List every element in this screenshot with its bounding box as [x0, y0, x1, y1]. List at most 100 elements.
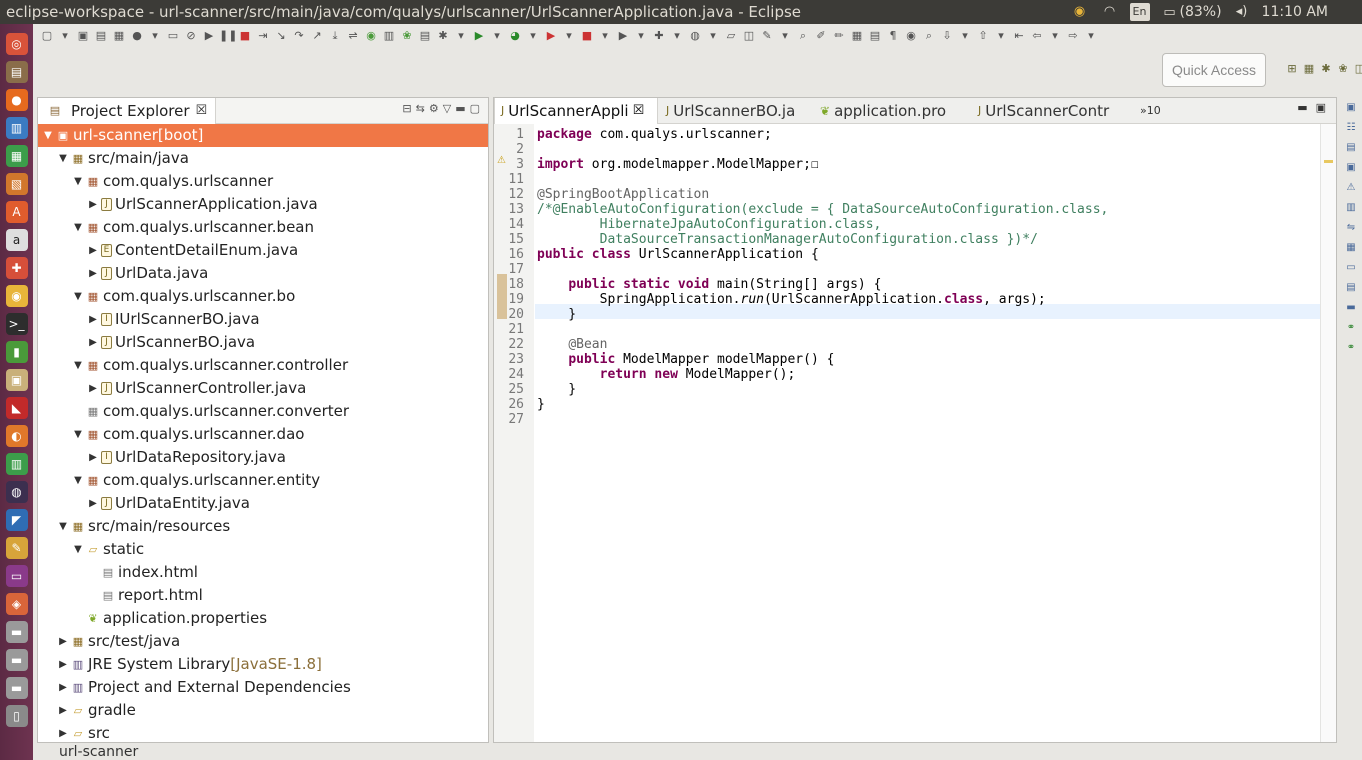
collapsed-arrow-icon[interactable]: ▶ [87, 239, 99, 262]
expanded-arrow-icon[interactable]: ▼ [42, 124, 54, 147]
help-icon[interactable]: ✚ [5, 257, 28, 279]
back-icon[interactable]: ⇦ [1029, 28, 1045, 44]
expanded-arrow-icon[interactable]: ▼ [72, 354, 84, 377]
word-wrap-icon[interactable]: ▤ [867, 28, 883, 44]
tree-item-java-file[interactable]: ▶ J UrlScannerApplication.java [38, 193, 488, 216]
tree-item-package[interactable]: ▼ ▦ com.qualys.urlscanner.entity [38, 469, 488, 492]
more-tabs-button[interactable]: »10 [1134, 98, 1161, 124]
tree-item-source-folder[interactable]: ▶ ▦ src/test/java [38, 630, 488, 653]
spreadsheet-icon[interactable]: ▥ [5, 453, 28, 475]
search-replace-icon[interactable]: ⌕ [921, 28, 937, 44]
dropdown-icon[interactable]: ▾ [453, 28, 469, 44]
boot-dashboard-icon[interactable]: ❀ [399, 28, 415, 44]
tree-item-source-folder[interactable]: ▼ ▦ src/main/java [38, 147, 488, 170]
tree-item-source-folder[interactable]: ▼ ▦ src/main/resources [38, 515, 488, 538]
run-icon[interactable]: ▶ [471, 28, 487, 44]
drive-3-icon[interactable]: ▬ [5, 677, 28, 699]
tree-item-file[interactable]: ▤ index.html [38, 561, 488, 584]
volume-icon[interactable]: ◂) [1232, 2, 1252, 22]
expanded-arrow-icon[interactable]: ▼ [57, 515, 69, 538]
last-edit-icon[interactable]: ⇤ [1011, 28, 1027, 44]
new-server-icon[interactable]: ✚ [651, 28, 667, 44]
impress-icon[interactable]: ▧ [5, 173, 28, 195]
step-into-icon[interactable]: ↘ [273, 28, 289, 44]
maximize-icon[interactable]: ▣ [1316, 101, 1326, 114]
declaration-icon[interactable]: ⇋ [1344, 221, 1358, 235]
drive-icon[interactable]: ▬ [5, 621, 28, 643]
debug-icon[interactable]: ✱ [435, 28, 451, 44]
open-task-icon[interactable]: ◫ [741, 28, 757, 44]
tab-application-properties[interactable]: ❦ application.pro [814, 98, 946, 124]
tree-item-java-file[interactable]: ▶ J UrlData.java [38, 262, 488, 285]
coverage-icon[interactable]: ◕ [507, 28, 523, 44]
chrome-icon[interactable]: ◉ [1070, 2, 1090, 22]
block-selection-icon[interactable]: ▦ [849, 28, 865, 44]
expanded-arrow-icon[interactable]: ▼ [72, 170, 84, 193]
spring-perspective-icon[interactable]: ❀ [1336, 62, 1350, 76]
calc-icon[interactable]: ▦ [5, 145, 28, 167]
eclipse-icon[interactable]: ◍ [5, 481, 28, 503]
tab-url-scanner-bo[interactable]: J UrlScannerBO.ja [660, 98, 795, 124]
suspend-icon[interactable]: ❚❚ [219, 28, 237, 44]
task-list-icon[interactable]: ▤ [1344, 141, 1358, 155]
firefox-icon[interactable]: ● [5, 89, 28, 111]
tree-item-package[interactable]: ▼ ▦ com.qualys.urlscanner.bo [38, 285, 488, 308]
overview-ruler[interactable] [1320, 124, 1336, 742]
collapsed-arrow-icon[interactable]: ▶ [57, 630, 69, 653]
notes-icon[interactable]: ✎ [5, 537, 28, 559]
close-icon[interactable]: ☒ [633, 98, 645, 124]
pencil-icon[interactable]: ✎ [759, 28, 775, 44]
external-tools-icon[interactable]: ▶ [543, 28, 559, 44]
vscode-icon[interactable]: ◤ [5, 509, 28, 531]
step-over-icon[interactable]: ↷ [291, 28, 307, 44]
collapsed-arrow-icon[interactable]: ▶ [57, 653, 69, 676]
tree-item-package[interactable]: ▼ ▦ com.qualys.urlscanner [38, 170, 488, 193]
tab-project-explorer[interactable]: ▤ Project Explorer ☒ [38, 98, 217, 124]
link-editor-icon[interactable]: ⇆ [416, 102, 425, 115]
green-app-icon[interactable]: ▮ [5, 341, 28, 363]
expanded-arrow-icon[interactable]: ▼ [72, 285, 84, 308]
dropdown-icon[interactable]: ▾ [561, 28, 577, 44]
open-folder-icon[interactable]: ▱ [723, 28, 739, 44]
tree-item-project[interactable]: ▼ ▣ url-scanner [boot] [38, 124, 488, 147]
dropdown-icon[interactable]: ▾ [525, 28, 541, 44]
outline-icon[interactable]: ☷ [1344, 121, 1358, 135]
tree-item-file[interactable]: ▤ report.html [38, 584, 488, 607]
code-area[interactable]: package com.qualys.urlscanner; import org… [535, 124, 1335, 742]
warning-mark[interactable] [1324, 160, 1333, 163]
pdf-icon[interactable]: ◣ [5, 397, 28, 419]
new-java-project-icon[interactable]: ▤ [417, 28, 433, 44]
dropdown-icon[interactable]: ▾ [669, 28, 685, 44]
collapsed-arrow-icon[interactable]: ▶ [87, 492, 99, 515]
keyboard-language[interactable]: En [1129, 3, 1150, 21]
wifi-icon[interactable]: ◠ [1100, 2, 1120, 22]
restore-icon[interactable]: ▣ [1344, 161, 1358, 175]
tab-url-scanner-application[interactable]: J UrlScannerAppli ☒ [494, 98, 658, 124]
battery-indicator[interactable]: ▭ (83%) [1160, 0, 1221, 24]
new-icon[interactable]: ▢ [39, 28, 55, 44]
tree-item-package[interactable]: ▦ com.qualys.urlscanner.converter [38, 400, 488, 423]
stop-icon[interactable]: ■ [579, 28, 595, 44]
minimize-icon[interactable]: ▬ [1297, 101, 1307, 114]
mark-occurrences-icon[interactable]: ✏ [831, 28, 847, 44]
chrome-launcher-icon[interactable]: ◉ [5, 285, 28, 307]
collapsed-arrow-icon[interactable]: ▶ [87, 331, 99, 354]
git-staging-icon[interactable]: ⚭ [1344, 321, 1358, 335]
expanded-arrow-icon[interactable]: ▼ [72, 469, 84, 492]
tree-item-java-file[interactable]: ▶ J UrlScannerController.java [38, 377, 488, 400]
software-center-icon[interactable]: A [5, 201, 28, 223]
java-ee-perspective-icon[interactable]: ▦ [1302, 62, 1316, 76]
dropdown-icon[interactable]: ▾ [633, 28, 649, 44]
files-icon[interactable]: ▤ [5, 61, 28, 83]
skip-icon[interactable]: ⊘ [183, 28, 199, 44]
annotation-icon[interactable]: ✐ [813, 28, 829, 44]
expanded-arrow-icon[interactable]: ▼ [72, 423, 84, 446]
save-icon[interactable]: ▣ [75, 28, 91, 44]
tree-item-java-file[interactable]: ▶ I UrlDataRepository.java [38, 446, 488, 469]
maximize-icon[interactable]: ▢ [470, 102, 480, 115]
tree-item-library[interactable]: ▶ ▥ Project and External Dependencies [38, 676, 488, 699]
collapsed-arrow-icon[interactable]: ▶ [57, 676, 69, 699]
expanded-arrow-icon[interactable]: ▼ [72, 538, 84, 561]
new-class-icon[interactable]: ◍ [687, 28, 703, 44]
terminate-icon[interactable]: ■ [237, 28, 253, 44]
